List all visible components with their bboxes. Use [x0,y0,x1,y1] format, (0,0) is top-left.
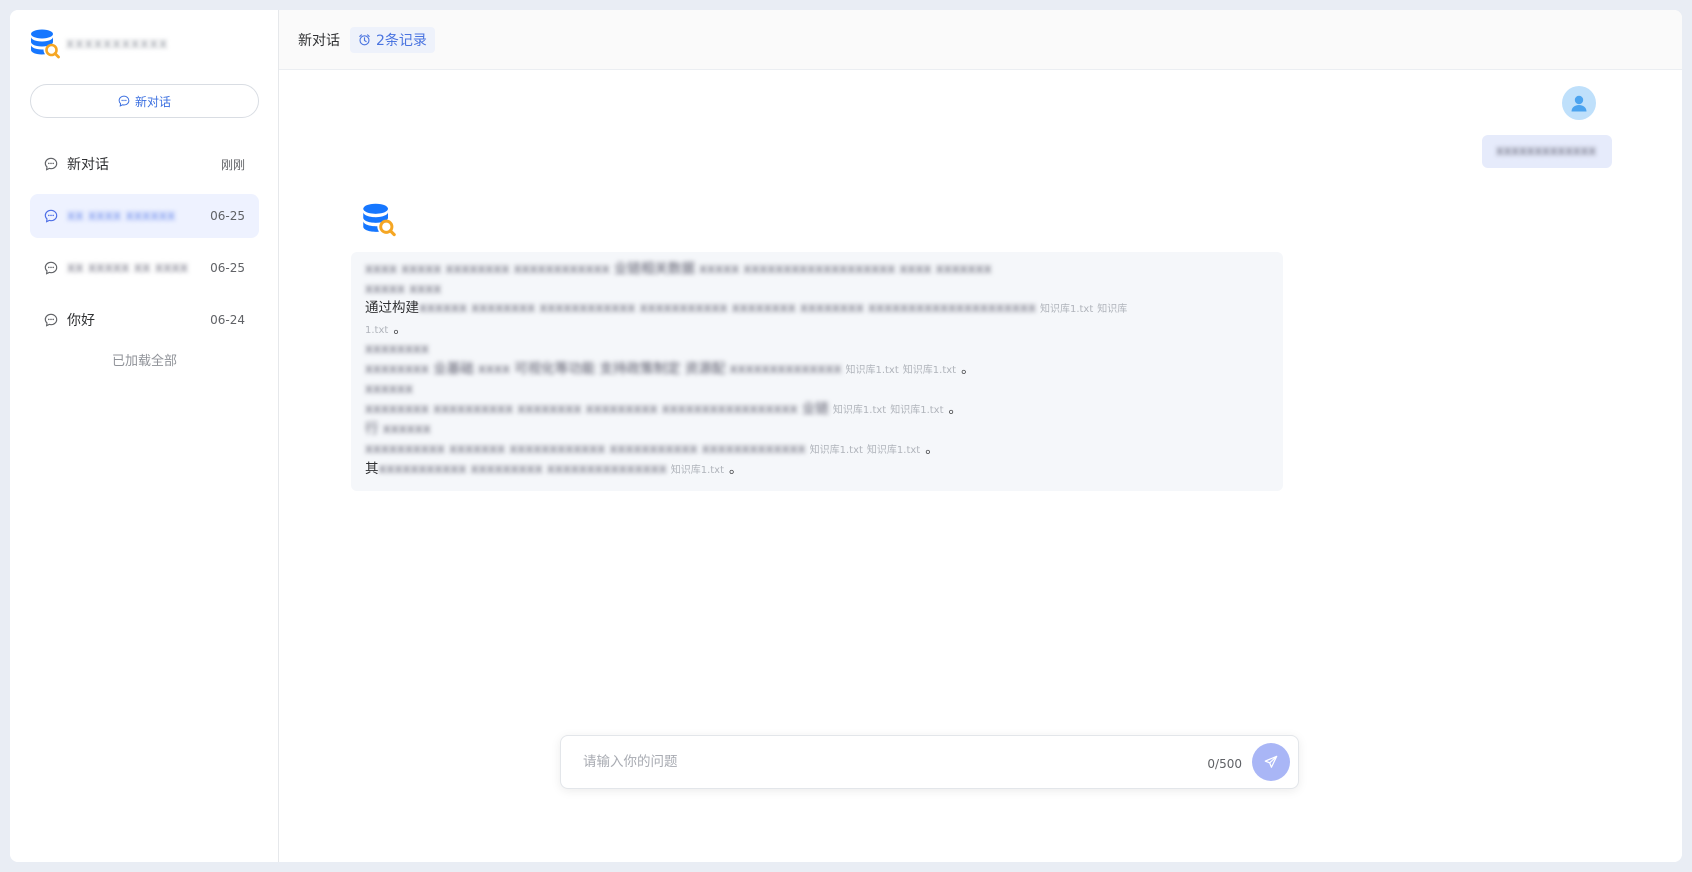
alarm-clock-icon [359,34,370,46]
brand-name: xxxxxxxxxxx [66,36,169,52]
chat-bubble-icon [44,313,58,327]
record-count-label: 2条记录 [376,32,427,49]
send-button[interactable] [1252,743,1290,781]
assistant-answer: xxxx xxxxx xxxxxxxx xxxxxxxxxxxx 业链相关数据 … [351,252,1283,491]
loaded-all-text: 已加载全部 [111,354,177,369]
chat-title: 新对话 [298,32,340,49]
answer-line: xxxxx xxxx [365,280,1269,300]
answer-line: xxxxxx [365,380,1269,400]
chat-bubble-icon [44,157,58,171]
record-count-badge[interactable]: 2条记录 [350,26,435,53]
answer-text: xxxxxx [365,381,413,397]
answer-text: xxxxxxxx [365,341,429,357]
brand-logo: xxxxxxxxxxx [30,28,168,60]
answer-text: xxxxx xxxx [365,280,442,297]
user-avatar [1562,86,1596,120]
answer-line: 1.txt 。 [365,320,1269,341]
chat-bubble-icon [44,209,58,223]
conversation-item[interactable]: 新对话 刚刚 [30,142,259,186]
message-composer: 0/500 [560,735,1299,789]
conversation-title: 你好 [67,313,95,329]
user-message-bubble: xxxxxxxxxxxxx [1482,135,1612,168]
period: 。 [729,461,743,477]
answer-line: xxxx xxxxx xxxxxxxx xxxxxxxxxxxx 业链相关数据 … [365,260,1269,280]
reference-link[interactable]: 知识库1.txt [903,365,956,376]
assistant-avatar [361,202,397,242]
user-message-text: xxxxxxxxxxxxx [1496,144,1597,159]
conversation-item[interactable]: 你好 06-24 [30,298,259,342]
answer-text: xxxxxxxx xxxxxxxxxx xxxxxxxx xxxxxxxxx x… [365,400,829,417]
answer-text: 行 xxxxxx [365,421,431,437]
answer-text: 通过构建 [365,300,419,316]
reference-link[interactable]: 知识库1.txt [890,405,943,416]
new-chat-button[interactable]: 新对话 [30,84,259,118]
user-icon [1571,95,1587,112]
reference-link[interactable]: 知识库1.txt [1040,304,1093,315]
conversation-item[interactable]: xx xxxxx xx xxxx 06-25 [30,246,259,290]
chat-bubble-icon [118,95,130,107]
conversation-title: xx xxxxx xx xxxx [67,260,189,276]
answer-text: xxxxxxxxxx xxxxxxx xxxxxxxxxxxx xxxxxxxx… [365,440,806,457]
database-search-icon [363,203,396,237]
answer-line: 其xxxxxxxxxxx xxxxxxxxx xxxxxxxxxxxxxxx 知识… [365,460,1269,481]
reference-link[interactable]: 1.txt [365,325,388,336]
new-chat-label: 新对话 [134,94,171,109]
chat-bubble-icon [44,261,58,275]
period: 。 [961,360,975,377]
reference-link[interactable]: 知识库 [1097,304,1127,315]
conversation-item-active[interactable]: xx xxxx xxxxxx 06-25 [30,194,259,238]
answer-text: xxxxxxxxxxx xxxxxxxxx xxxxxxxxxxxxxxx [378,461,667,477]
conversation-title: 新对话 [67,157,109,173]
chat-main: 新对话 2条记录 xxxxxxxxxxxxx xxxx xxxxx xxxxxx… [279,10,1682,862]
question-input[interactable] [583,754,1208,770]
answer-line: xxxxxxxx 业基础 xxxx 可视化等功能 支持政策制定 资源配 xxxx… [365,360,1269,381]
reference-link[interactable]: 知识库1.txt [867,445,920,456]
period: 。 [948,400,963,417]
database-search-icon [31,29,60,59]
answer-line: xxxxxxxxxx xxxxxxx xxxxxxxxxxxx xxxxxxxx… [365,440,1269,461]
sidebar: xxxxxxxxxxx 新对话 新对话 刚刚 xx xxxx xxxxxx 06… [10,10,279,862]
reference-link[interactable]: 知识库1.txt [845,365,898,376]
answer-text: xxxxxx xxxxxxxx xxxxxxxxxxxx xxxxxxxxxxx… [419,300,1036,316]
reference-link[interactable]: 知识库1.txt [833,405,886,416]
conversation-date: 06-25 [210,209,245,223]
char-counter: 0/500 [1207,757,1242,771]
chat-header: 新对话 2条记录 [279,10,1682,70]
send-icon [1264,755,1278,768]
conversation-title: xx xxxx xxxxxx [67,208,176,224]
conversation-list: 新对话 刚刚 xx xxxx xxxxxx 06-25 xx xxxxx xx … [30,142,259,369]
app-window: xxxxxxxxxxx 新对话 新对话 刚刚 xx xxxx xxxxxx 06… [10,10,1682,862]
answer-line: xxxxxxxx xxxxxxxxxx xxxxxxxx xxxxxxxxx x… [365,400,1269,421]
answer-line: 通过构建xxxxxx xxxxxxxx xxxxxxxxxxxx xxxxxxx… [365,299,1269,320]
conversation-date: 06-24 [210,313,245,327]
period: 。 [925,440,939,457]
answer-text: xxxxxxxx 业基础 xxxx 可视化等功能 支持政策制定 资源配 xxxx… [365,360,842,377]
answer-text: 其 [365,461,379,477]
answer-line: 行 xxxxxx [365,420,1269,440]
conversation-date: 刚刚 [220,157,245,172]
answer-line: xxxxxxxx [365,340,1269,360]
reference-link[interactable]: 知识库1.txt [671,465,724,476]
answer-text: xxxx xxxxx xxxxxxxx xxxxxxxxxxxx 业链相关数据 … [365,261,992,277]
period: 。 [393,320,407,337]
reference-link[interactable]: 知识库1.txt [810,445,863,456]
conversation-date: 06-25 [210,261,245,275]
